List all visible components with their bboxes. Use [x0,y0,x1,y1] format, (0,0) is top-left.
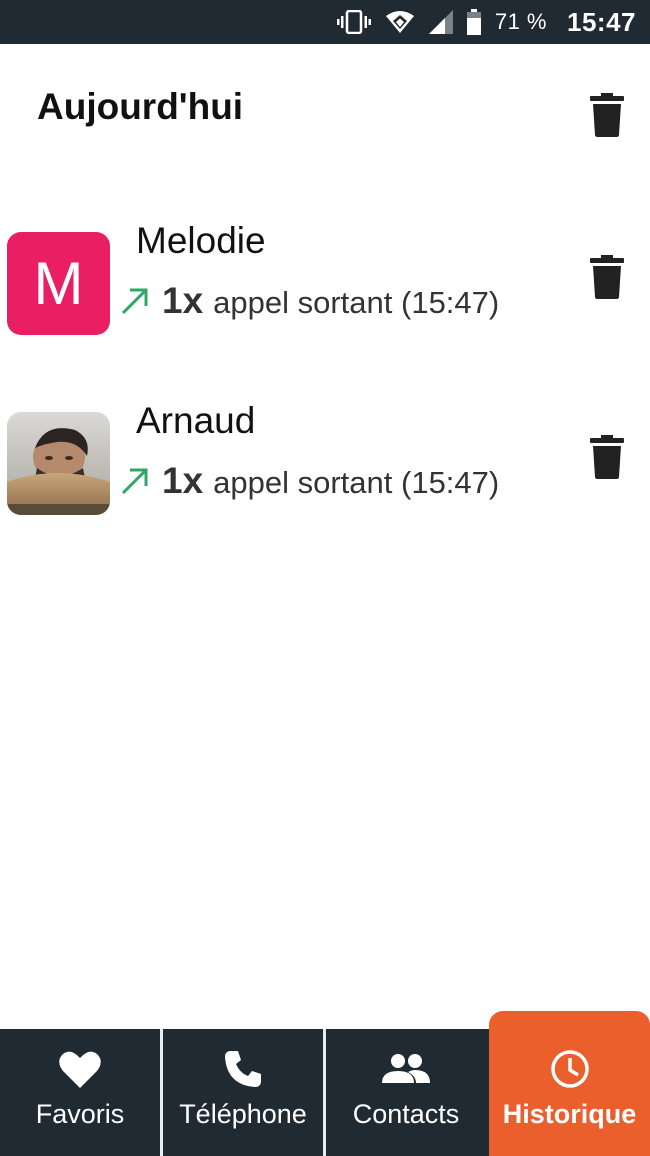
call-count: 1x [162,280,204,321]
avatar: M [7,232,110,335]
avatar-letter: M [33,250,84,317]
call-row-arnaud[interactable]: Arnaud 1x appel sortant (15:47) [0,400,650,520]
contacts-icon [382,1049,430,1089]
contact-name: Arnaud [136,400,256,441]
delete-all-button[interactable] [589,92,625,138]
outgoing-arrow-icon [121,288,148,315]
section-title: Aujourd'hui [37,86,244,127]
status-bar: 71 % 15:47 [0,0,650,44]
tab-label: Historique [502,1099,637,1129]
call-info: 1x appel sortant (15:47) [120,460,499,502]
clock-time: 15:47 [567,6,636,37]
tab-favoris[interactable]: Favoris [0,1029,160,1156]
delete-call-button[interactable] [589,434,625,480]
tab-historique[interactable]: Historique [489,1011,650,1156]
trash-icon [590,93,624,137]
phone-icon [223,1049,263,1089]
call-count: 1x [162,460,204,501]
tab-label: Téléphone [179,1099,307,1129]
tab-label: Contacts [352,1099,460,1129]
wifi-icon [385,10,415,34]
call-info: 1x appel sortant (15:47) [120,280,499,322]
tab-contacts[interactable]: Contacts [326,1029,486,1156]
delete-call-button[interactable] [589,254,625,300]
tab-label: Favoris [35,1099,125,1129]
tab-telephone[interactable]: Téléphone [163,1029,323,1156]
call-description: appel sortant (15:47) [213,285,500,320]
outgoing-arrow-icon [121,468,148,495]
signal-icon [428,10,453,34]
contact-name: Melodie [136,220,266,261]
trash-icon [590,255,624,299]
battery-percent: 71 % [494,9,547,34]
clock-icon [550,1049,590,1089]
battery-icon [466,9,481,35]
trash-icon [590,435,624,479]
heart-icon [59,1049,101,1089]
call-row-melodie[interactable]: M Melodie 1x appel sortant (15:47) [0,220,650,340]
call-description: appel sortant (15:47) [213,465,500,500]
vibrate-icon [336,10,371,34]
avatar-photo [7,412,110,515]
